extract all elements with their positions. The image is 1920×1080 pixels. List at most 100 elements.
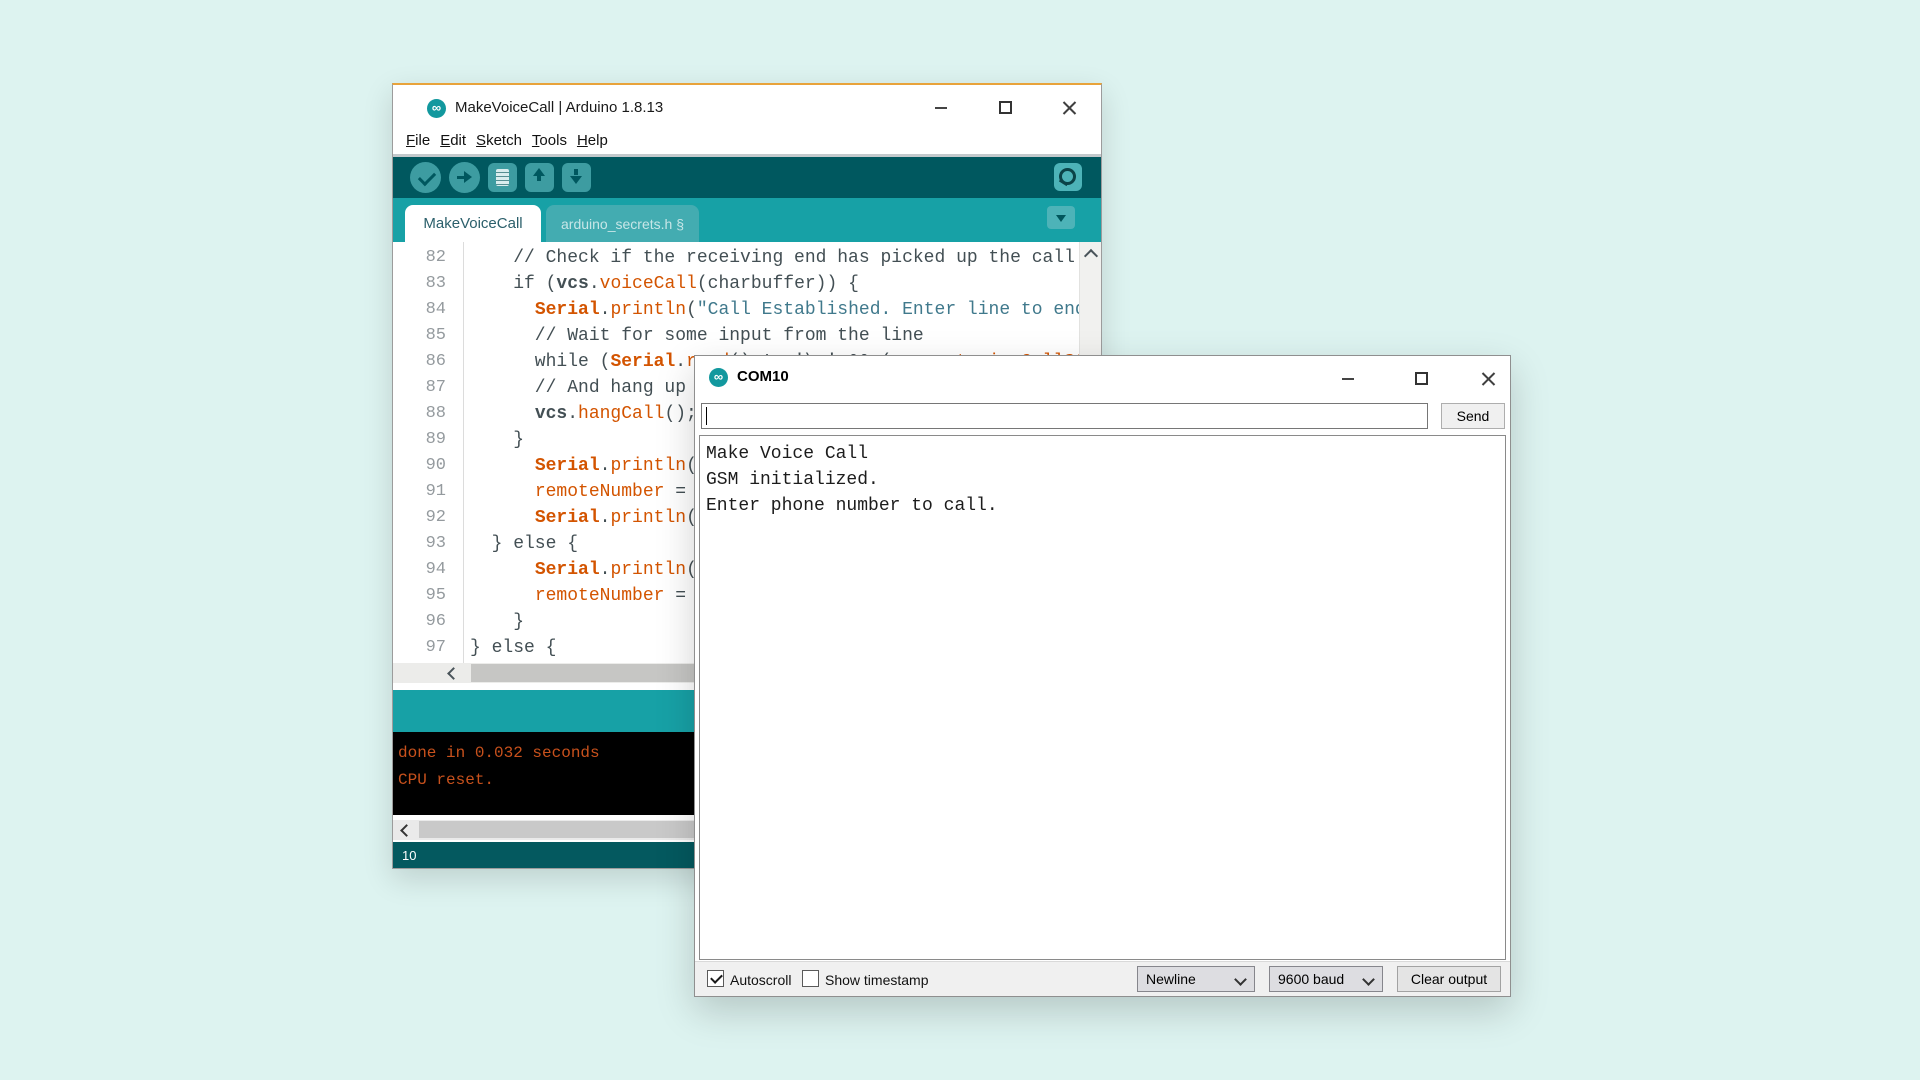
code-token: . — [589, 274, 600, 294]
minimize-button[interactable] — [1333, 368, 1363, 390]
line-number: 87 — [393, 375, 463, 401]
serial-monitor-controls: Autoscroll Show timestamp Newline 9600 b… — [695, 961, 1510, 996]
code-token: . — [675, 352, 686, 372]
line-number: 84 — [393, 297, 463, 323]
line-number: 97 — [393, 635, 463, 661]
menu-item-edit[interactable]: Edit — [440, 132, 466, 149]
code-line: Serial.println("Call Established. Enter … — [470, 297, 1101, 323]
editor-gutter: 82838485868788899091929394959697 — [393, 242, 464, 663]
desktop: MakeVoiceCall | Arduino 1.8.13 File Edit S… — [0, 0, 1920, 1080]
tab-arduino-secrets[interactable]: arduino_secrets.h § — [546, 205, 699, 242]
send-button[interactable]: Send — [1441, 403, 1505, 429]
timestamp-label: Show timestamp — [825, 972, 928, 988]
code-token: . — [600, 508, 611, 528]
code-token: . — [600, 300, 611, 320]
verify-icon[interactable] — [410, 162, 441, 193]
code-token: } — [470, 430, 524, 450]
menu-item-help[interactable]: Help — [577, 132, 608, 149]
code-token — [470, 456, 535, 476]
serial-titlebar[interactable]: COM10 — [695, 356, 1510, 401]
line-number: 83 — [393, 271, 463, 297]
console-scroll-left-icon[interactable] — [393, 820, 417, 840]
code-token: // And hang up — [470, 378, 686, 398]
serial-window-title: COM10 — [737, 368, 789, 385]
code-token — [470, 404, 535, 424]
tab-label: arduino_secrets.h § — [561, 216, 684, 232]
cursor-line-indicator: 10 — [402, 848, 416, 863]
serial-send-input[interactable] — [701, 403, 1428, 429]
code-token: println — [610, 560, 686, 580]
save-icon[interactable] — [562, 163, 591, 192]
code-token: voiceCall — [600, 274, 697, 294]
arduino-app-icon — [709, 368, 728, 387]
code-token: } — [470, 612, 524, 632]
menu-item-sketch[interactable]: Sketch — [476, 132, 522, 149]
arduino-app-icon — [427, 99, 446, 118]
line-ending-select[interactable]: Newline — [1137, 966, 1255, 992]
menu-item-file[interactable]: File — [406, 132, 430, 149]
menu-item-tools[interactable]: Tools — [532, 132, 567, 149]
code-token: Serial — [535, 300, 600, 320]
close-button[interactable] — [1054, 97, 1084, 119]
toolbar — [393, 157, 1101, 198]
arduino-window-title: MakeVoiceCall | Arduino 1.8.13 — [455, 99, 663, 116]
maximize-button[interactable] — [1406, 368, 1436, 390]
autoscroll-checkbox[interactable] — [707, 970, 724, 987]
code-token: (); — [664, 404, 696, 424]
close-button[interactable] — [1473, 368, 1503, 390]
line-number: 92 — [393, 505, 463, 531]
code-token: ( — [686, 300, 697, 320]
code-token: . — [567, 404, 578, 424]
serial-output-text: Make Voice Call GSM initialized. Enter p… — [706, 441, 1499, 519]
tab-label: MakeVoiceCall — [423, 215, 522, 232]
code-token: Serial — [535, 560, 600, 580]
code-token: . — [600, 456, 611, 476]
open-icon[interactable] — [525, 163, 554, 192]
code-line: // Wait for some input from the line — [470, 323, 1101, 349]
code-token: } else { — [470, 638, 556, 658]
code-token: . — [600, 560, 611, 580]
new-icon[interactable] — [488, 163, 517, 192]
code-line: if (vcs.voiceCall(charbuffer)) { — [470, 271, 1101, 297]
line-number: 86 — [393, 349, 463, 375]
scroll-up-icon[interactable] — [1080, 242, 1101, 266]
tab-menu-dropdown-icon[interactable] — [1047, 206, 1075, 229]
arduino-titlebar[interactable]: MakeVoiceCall | Arduino 1.8.13 — [393, 85, 1101, 132]
maximize-button[interactable] — [990, 97, 1020, 119]
line-ending-value: Newline — [1146, 971, 1196, 987]
text-caret — [706, 407, 707, 425]
tab-makevoicecall[interactable]: MakeVoiceCall — [405, 205, 541, 242]
line-number: 94 — [393, 557, 463, 583]
code-token: hangCall — [578, 404, 664, 424]
timestamp-checkbox[interactable] — [802, 970, 819, 987]
clear-output-button[interactable]: Clear output — [1397, 966, 1501, 992]
code-token: println — [610, 456, 686, 476]
code-token — [470, 300, 535, 320]
tab-bar: MakeVoiceCall arduino_secrets.h § — [393, 198, 1101, 242]
menu-bar: File Edit Sketch Tools Help — [393, 132, 1101, 154]
code-token: Serial — [535, 508, 600, 528]
serial-monitor-icon[interactable] — [1054, 163, 1082, 191]
line-number: 82 — [393, 245, 463, 271]
baud-rate-select[interactable]: 9600 baud — [1269, 966, 1383, 992]
code-token: // Check if the receiving end has picked… — [470, 248, 1075, 268]
line-number: 93 — [393, 531, 463, 557]
upload-icon[interactable] — [449, 162, 480, 193]
code-token: println — [610, 508, 686, 528]
minimize-button[interactable] — [926, 97, 956, 119]
code-token: Serial — [535, 456, 600, 476]
code-token: Serial — [610, 352, 675, 372]
serial-output-area[interactable]: Make Voice Call GSM initialized. Enter p… — [699, 435, 1506, 960]
line-number: 89 — [393, 427, 463, 453]
code-token: "Call Established. Enter line to end" — [697, 300, 1097, 320]
code-token: while ( — [470, 352, 610, 372]
code-token: (charbuffer)) { — [697, 274, 859, 294]
code-token: // Wait for some input from the line — [470, 326, 924, 346]
code-token: vcs — [556, 274, 588, 294]
code-token — [470, 560, 535, 580]
line-number: 91 — [393, 479, 463, 505]
code-token: = — [664, 482, 696, 502]
code-token — [470, 508, 535, 528]
scroll-left-icon[interactable] — [439, 663, 465, 683]
code-token: } else { — [470, 534, 578, 554]
